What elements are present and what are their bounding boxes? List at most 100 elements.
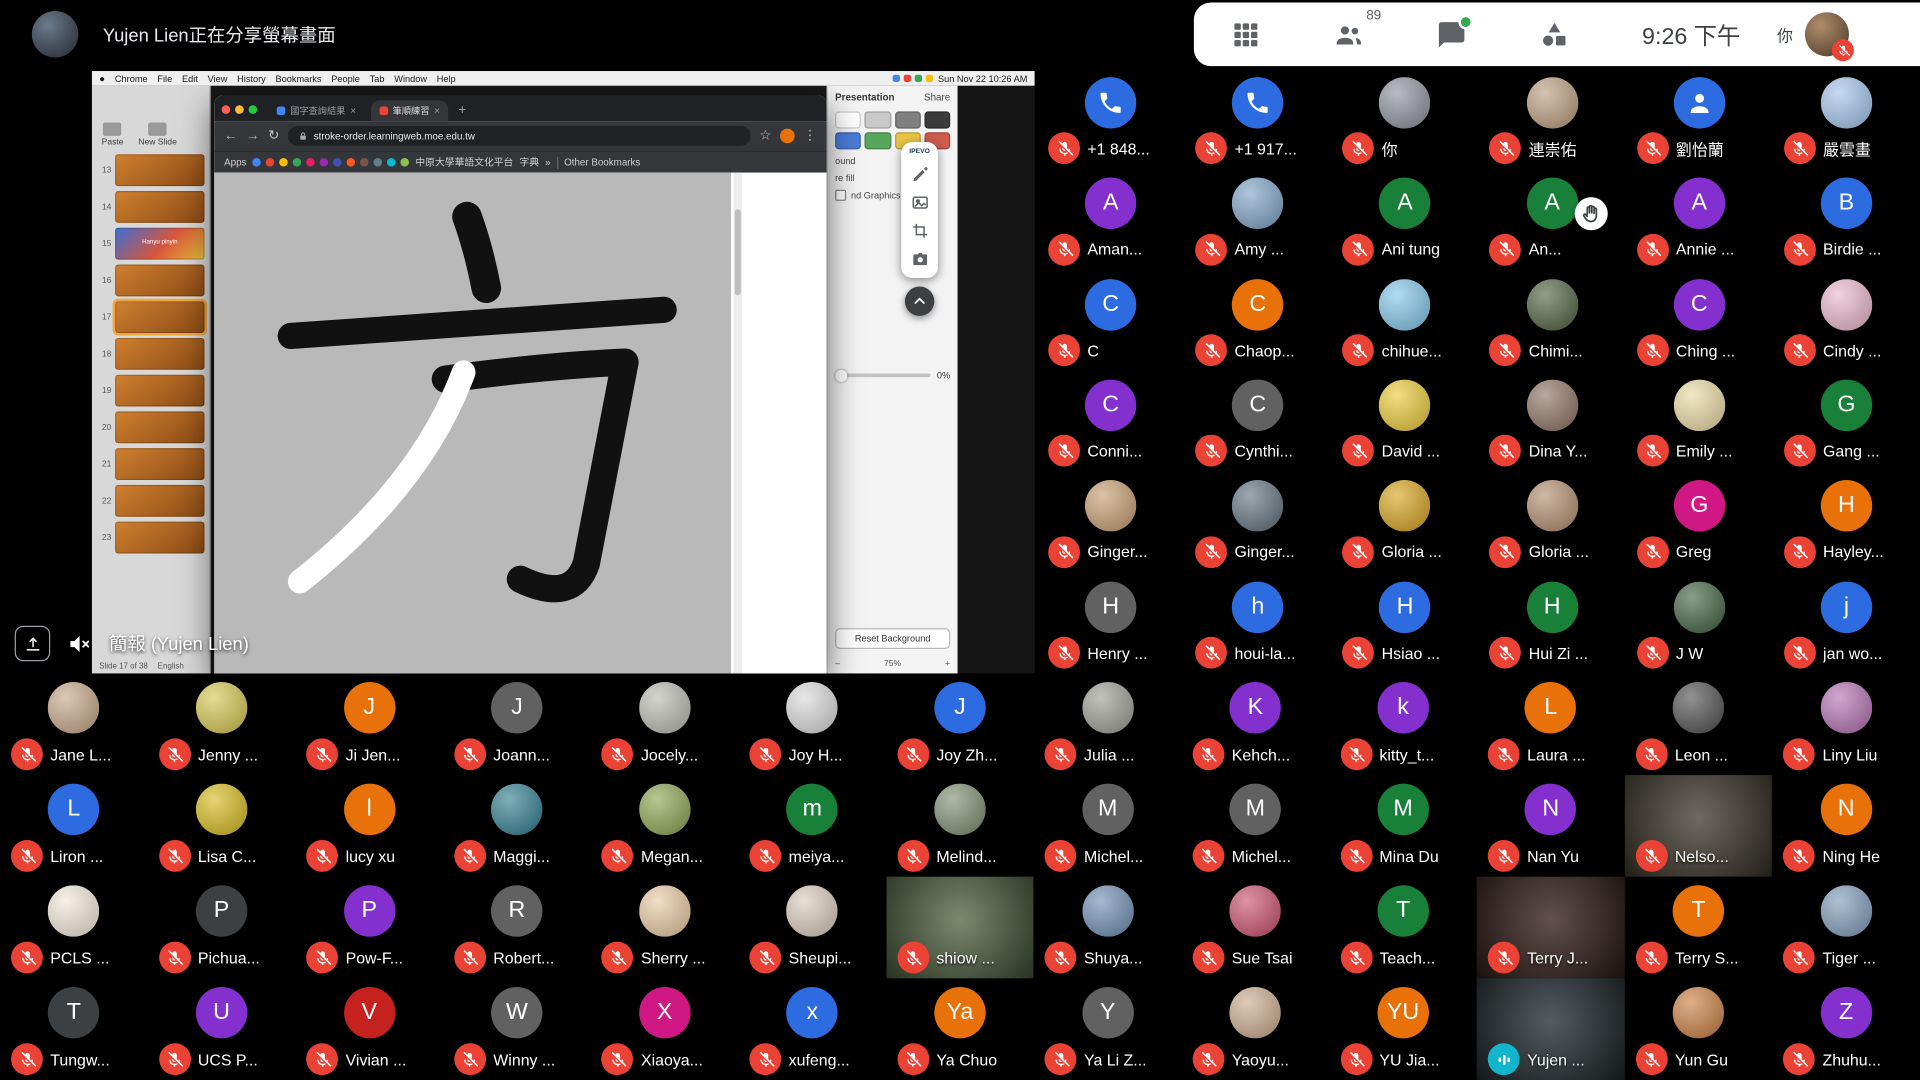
participant-tile[interactable]: YaYa Chuo	[886, 978, 1034, 1080]
zoom-minus[interactable]: –	[835, 660, 840, 669]
participant-tile[interactable]: Sheupi...	[738, 877, 886, 979]
menu-item[interactable]: History	[237, 73, 266, 84]
participant-tile[interactable]: 你	[1331, 69, 1478, 170]
participant-tile[interactable]: HHayley...	[1773, 472, 1920, 573]
participant-tile[interactable]: +1 917...	[1184, 69, 1331, 170]
participant-tile[interactable]: JJoann...	[443, 673, 591, 775]
slide-thumbnail[interactable]: 17	[97, 301, 205, 333]
bookmark-star-icon[interactable]: ☆	[759, 129, 771, 142]
other-bookmarks[interactable]: Other Bookmarks	[564, 157, 640, 168]
apps-shortcut[interactable]: Apps	[224, 157, 246, 168]
window-controls[interactable]	[222, 105, 258, 114]
camera-tool-icon[interactable]	[910, 250, 928, 268]
participant-tile[interactable]: Shuya...	[1034, 877, 1182, 979]
participant-tile[interactable]: llucy xu	[295, 775, 443, 877]
participant-tile[interactable]: Sherry ...	[591, 877, 739, 979]
participant-tile[interactable]: TTeach...	[1329, 877, 1477, 979]
participant-tile[interactable]: PCLS ...	[0, 877, 148, 979]
address-bar[interactable]: stroke-order.learningweb.moe.edu.tw	[288, 126, 751, 146]
participant-tile[interactable]: CC	[1037, 270, 1184, 371]
slide-thumbnail[interactable]: 22	[97, 485, 205, 517]
slide-thumbnail[interactable]: 15Hanyu pinyin	[97, 228, 205, 260]
participant-tile[interactable]: BBirdie ...	[1773, 169, 1920, 270]
participant-tile[interactable]: 嚴雲畫	[1773, 69, 1920, 170]
color-swatch[interactable]	[835, 111, 861, 128]
reset-background-button[interactable]: Reset Background	[835, 628, 950, 649]
chrome-menu-icon[interactable]: ⋮	[803, 129, 816, 142]
reload-button[interactable]: ↻	[268, 129, 279, 142]
bookmark-favicon[interactable]	[374, 158, 383, 167]
participant-tile[interactable]: NNan Yu	[1477, 775, 1625, 877]
participant-tile[interactable]: CChaop...	[1184, 270, 1331, 371]
bookmark-favicon[interactable]	[320, 158, 329, 167]
participant-tile[interactable]: Sue Tsai	[1182, 877, 1330, 979]
participant-tile[interactable]: VVivian ...	[295, 978, 443, 1080]
status-icon[interactable]	[915, 75, 922, 82]
browser-tab-2[interactable]: 筆順練習 ×	[371, 100, 449, 121]
participant-tile[interactable]: David ...	[1331, 371, 1478, 472]
participant-tile[interactable]: Lisa C...	[148, 775, 296, 877]
participant-tile[interactable]: PPichua...	[148, 877, 296, 979]
image-tool-icon[interactable]	[910, 193, 928, 211]
menu-item[interactable]: Bookmarks	[276, 73, 322, 84]
participant-tile[interactable]: UUCS P...	[148, 978, 296, 1080]
participant-tile[interactable]: J W	[1626, 573, 1773, 674]
scrollbar-thumb[interactable]	[735, 209, 741, 295]
chat-button[interactable]	[1436, 18, 1468, 50]
participant-tile[interactable]: Joy H...	[738, 673, 886, 775]
participant-tile[interactable]: XXiaoya...	[591, 978, 739, 1080]
bookmark-favicon[interactable]	[387, 158, 396, 167]
participant-tile[interactable]: CCynthi...	[1184, 371, 1331, 472]
participant-tile[interactable]: RRobert...	[443, 877, 591, 979]
participant-tile[interactable]: Terry J...	[1477, 877, 1625, 979]
zoom-level[interactable]: 75%	[884, 660, 901, 669]
participant-tile[interactable]: PPow-F...	[295, 877, 443, 979]
color-swatch[interactable]	[865, 132, 891, 149]
bookmark-favicon[interactable]	[279, 158, 288, 167]
status-icon[interactable]	[926, 75, 933, 82]
participant-tile[interactable]: Maggi...	[443, 775, 591, 877]
participant-tile[interactable]: chihue...	[1331, 270, 1478, 371]
participant-tile[interactable]: TTungw...	[0, 978, 148, 1080]
participant-tile[interactable]: HHsiao ...	[1331, 573, 1478, 674]
participant-tile[interactable]: AAman...	[1037, 169, 1184, 270]
browser-tab-1[interactable]: 國字查詢結果 ×	[268, 100, 364, 121]
slide-thumbnail[interactable]: 16	[97, 264, 205, 296]
participant-tile[interactable]: Gloria ...	[1331, 472, 1478, 573]
participant-tile[interactable]: Nelso...	[1625, 775, 1773, 877]
participant-tile[interactable]: LLaura ...	[1477, 673, 1625, 775]
participant-tile[interactable]: Gloria ...	[1479, 472, 1626, 573]
menu-item[interactable]: Window	[394, 73, 427, 84]
participant-tile[interactable]: Liny Liu	[1772, 673, 1920, 775]
participant-tile[interactable]: Jenny ...	[148, 673, 296, 775]
participant-tile[interactable]: CChing ...	[1626, 270, 1773, 371]
opacity-slider[interactable]	[835, 373, 931, 377]
participant-tile[interactable]: Emily ...	[1626, 371, 1773, 472]
menu-item[interactable]: Tab	[370, 73, 385, 84]
color-swatch[interactable]	[894, 111, 920, 128]
participant-tile[interactable]: Jocely...	[591, 673, 739, 775]
back-button[interactable]: ←	[224, 129, 237, 142]
close-window-button[interactable]	[222, 105, 231, 114]
activities-button[interactable]	[1539, 18, 1571, 50]
expand-button[interactable]	[15, 626, 51, 662]
participant-tile[interactable]: AAnnie ...	[1626, 169, 1773, 270]
slide-thumbnail[interactable]: 23	[97, 522, 205, 554]
participant-tile[interactable]: HHui Zi ...	[1479, 573, 1626, 674]
self-avatar[interactable]	[1805, 12, 1849, 56]
participant-tile[interactable]: GGreg	[1626, 472, 1773, 573]
participant-tile[interactable]: AAni tung	[1331, 169, 1478, 270]
participant-tile[interactable]: Ginger...	[1184, 472, 1331, 573]
participant-tile[interactable]: jjan wo...	[1773, 573, 1920, 674]
menu-item[interactable]: People	[331, 73, 360, 84]
status-icon[interactable]	[904, 75, 911, 82]
new-tab-button[interactable]: +	[458, 103, 466, 118]
participant-tile[interactable]: AAn...	[1479, 169, 1626, 270]
participant-tile[interactable]: YUYU Jia...	[1329, 978, 1477, 1080]
bookmark-favicon[interactable]	[293, 158, 302, 167]
stroke-order-canvas[interactable]: 方	[214, 173, 731, 674]
participant-tile[interactable]: shiow ...	[886, 877, 1034, 979]
menu-item[interactable]: Edit	[182, 73, 198, 84]
slide-thumbnail[interactable]: 13	[97, 154, 205, 186]
menu-item[interactable]: View	[208, 73, 228, 84]
